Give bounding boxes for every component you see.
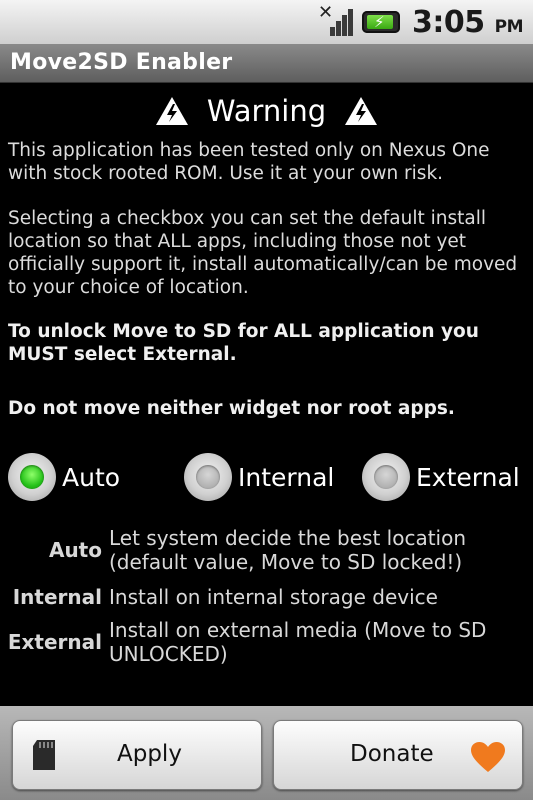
radio-auto[interactable]: Auto xyxy=(8,453,120,501)
app-title: Move2SD Enabler xyxy=(10,50,233,75)
desc-key-auto: Auto xyxy=(48,538,102,562)
sd-card-icon xyxy=(33,740,55,770)
disclaimer-text: This application has been tested only on… xyxy=(8,140,490,184)
donate-button-label: Donate xyxy=(350,741,434,767)
main-content: Warning This application has been tested… xyxy=(0,83,533,705)
status-bar: ✕ ⚡ 3:05 PM xyxy=(0,0,533,44)
warning-icon xyxy=(155,97,188,125)
button-bar: Apply Donate xyxy=(0,706,533,800)
unlock-notice: To unlock Move to SD for ALL application… xyxy=(8,321,479,365)
widget-notice: Do not move neither widget nor root apps… xyxy=(8,398,455,419)
radio-internal-label: Internal xyxy=(238,462,335,492)
radio-checked-icon xyxy=(8,453,56,501)
warning-icon xyxy=(345,97,378,125)
title-bar: Move2SD Enabler xyxy=(0,44,533,83)
status-time: 3:05 PM xyxy=(412,4,523,40)
radio-unchecked-icon xyxy=(362,453,410,501)
donate-button[interactable]: Donate xyxy=(273,720,523,790)
warning-header: Warning xyxy=(0,93,533,129)
desc-val-auto: Let system decide the best location (def… xyxy=(109,526,467,574)
install-location-radio-group: Auto Internal External xyxy=(0,453,533,503)
signal-no-service-icon: ✕ xyxy=(318,2,354,38)
radio-unchecked-icon xyxy=(184,453,232,501)
heart-icon xyxy=(471,742,505,772)
apply-button[interactable]: Apply xyxy=(12,720,262,790)
radio-external[interactable]: External xyxy=(362,453,520,501)
radio-external-label: External xyxy=(416,462,520,492)
desc-val-external: Install on external media (Move to SD UN… xyxy=(109,618,487,666)
radio-auto-label: Auto xyxy=(62,462,121,492)
desc-val-internal: Install on internal storage device xyxy=(109,585,438,609)
battery-charging-icon: ⚡ xyxy=(362,11,401,33)
apply-button-label: Apply xyxy=(117,741,182,767)
description-text: Selecting a checkbox you can set the def… xyxy=(8,208,518,298)
warning-title: Warning xyxy=(206,94,327,128)
radio-internal[interactable]: Internal xyxy=(184,453,334,501)
desc-key-internal: Internal xyxy=(12,585,102,609)
desc-key-external: External xyxy=(7,630,102,654)
